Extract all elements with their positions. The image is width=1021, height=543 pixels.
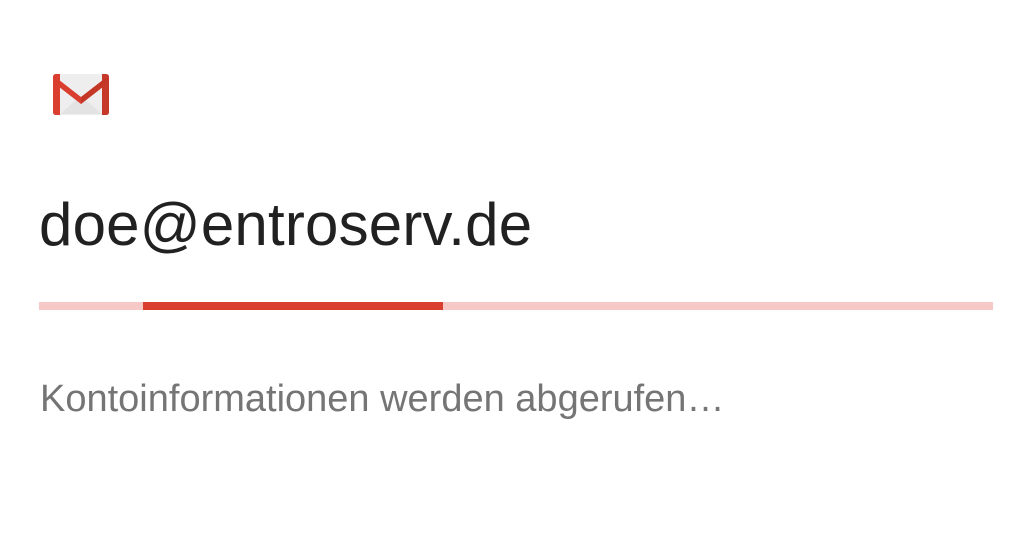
gmail-icon	[52, 72, 110, 116]
progress-indicator	[142, 302, 443, 310]
account-email: doe@entroserv.de	[39, 191, 533, 258]
loading-progress-bar	[39, 302, 993, 310]
status-message: Kontoinformationen werden abgerufen…	[40, 378, 725, 420]
